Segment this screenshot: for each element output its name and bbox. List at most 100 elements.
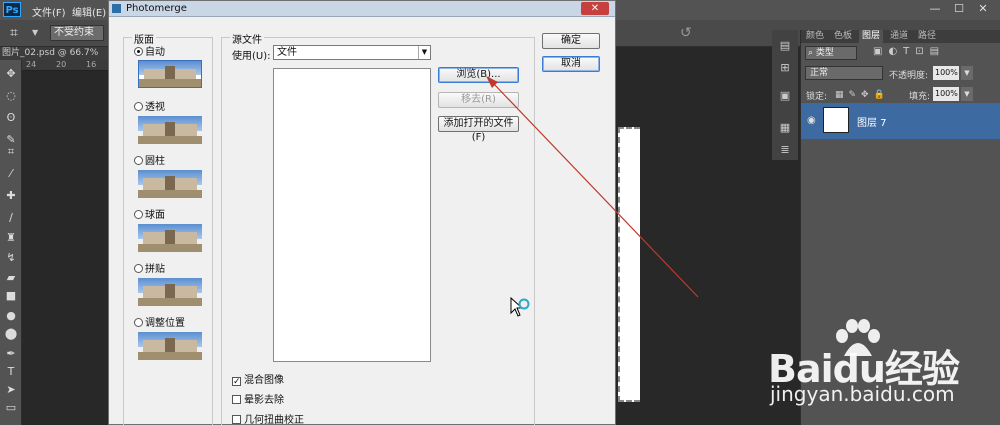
vignette-removal-checkbox[interactable]: 晕影去除	[232, 391, 284, 406]
browse-button[interactable]: 浏览(B)...	[438, 67, 519, 83]
notes-panel-icon[interactable]: ▦	[777, 120, 793, 136]
use-select-value: 文件	[277, 47, 297, 58]
add-open-files-button[interactable]: 添加打开的文件(F)	[438, 116, 519, 143]
filter-icons[interactable]: ▣◐T⊡▤	[873, 46, 945, 57]
layout-cylindrical-option[interactable]: 圆柱	[134, 152, 165, 167]
source-group-title: 源文件	[230, 31, 264, 46]
maximize-icon[interactable]: ☐	[952, 2, 966, 16]
chevron-down-icon[interactable]: ▼	[418, 46, 430, 59]
opacity-input[interactable]: 100%	[933, 66, 959, 80]
cancel-button[interactable]: 取消	[542, 56, 600, 72]
ruler-label: 16	[86, 60, 97, 69]
document-tab[interactable]: 图片_02.psd @ 66.7%	[0, 47, 110, 60]
remove-button[interactable]: 移去(R)	[438, 92, 519, 108]
type-tool-icon[interactable]: T	[3, 364, 19, 380]
ruler-label: 20	[56, 60, 67, 69]
history-panel-icon[interactable]: ▤	[777, 38, 793, 54]
layer-name[interactable]: 图层 7	[857, 114, 887, 129]
fill-chevron-icon[interactable]: ▼	[961, 87, 973, 101]
chevron-down-icon[interactable]: ▼	[32, 28, 38, 37]
photoshop-logo: Ps	[3, 2, 21, 17]
ok-button[interactable]: 确定	[542, 33, 600, 49]
tab-paths[interactable]: 路径	[915, 30, 939, 43]
layout-label: 圆柱	[145, 156, 165, 167]
lasso-tool-icon[interactable]: ʘ	[3, 110, 19, 126]
radio-reposition[interactable]	[134, 318, 143, 327]
healing-brush-icon[interactable]: ✚	[3, 188, 19, 204]
brush-icon[interactable]: ∕	[3, 210, 19, 226]
layout-collage-preview[interactable]	[138, 278, 202, 306]
close-icon[interactable]: ✕	[581, 2, 609, 15]
layout-label: 透视	[145, 102, 165, 113]
gradient-icon[interactable]: ■	[3, 288, 19, 304]
radio-collage[interactable]	[134, 264, 143, 273]
tab-layers[interactable]: 图层	[859, 30, 884, 43]
layout-reposition-preview[interactable]	[138, 332, 202, 360]
move-tool-icon[interactable]: ✥	[3, 66, 19, 82]
checkbox-unchecked[interactable]	[232, 415, 241, 424]
tab-channels[interactable]: 通道	[887, 30, 911, 43]
layer-row[interactable]: ◉ 图层 7	[800, 103, 1000, 139]
close-window-icon[interactable]: ✕	[976, 2, 990, 16]
layout-auto-option[interactable]: 自动	[134, 43, 165, 58]
radio-spherical[interactable]	[134, 210, 143, 219]
use-label: 使用(U):	[232, 51, 271, 62]
layout-label: 拼贴	[145, 264, 165, 275]
radio-cylindrical[interactable]	[134, 156, 143, 165]
eye-icon[interactable]: ◉	[807, 115, 816, 126]
rotate-icon[interactable]: ↺	[680, 25, 692, 41]
dialog-title: Photomerge	[126, 3, 187, 14]
layout-label: 调整位置	[145, 318, 185, 329]
layout-reposition-option[interactable]: 调整位置	[134, 314, 185, 329]
history-brush-icon[interactable]: ↯	[3, 250, 19, 266]
layout-spherical-option[interactable]: 球面	[134, 206, 165, 221]
menu-file[interactable]: 文件(F)	[32, 4, 66, 19]
minimize-icon[interactable]: —	[928, 2, 942, 16]
layout-collage-option[interactable]: 拼贴	[134, 260, 165, 275]
file-list[interactable]	[273, 68, 431, 362]
marquee-tool-icon[interactable]: ◌	[3, 88, 19, 104]
layout-spherical-preview[interactable]	[138, 224, 202, 252]
properties-panel-icon[interactable]: ⊞	[777, 60, 793, 76]
photoshop-icon	[112, 4, 121, 13]
layout-perspective-preview[interactable]	[138, 116, 202, 144]
layer-filter-select[interactable]: ⌕ 类型	[805, 46, 857, 60]
panel-dock-icons: ▤ ⊞ ▣ ▦ ≣	[772, 30, 798, 160]
actions-panel-icon[interactable]: ≣	[777, 142, 793, 158]
blend-images-checkbox[interactable]: ✓ 混合图像	[232, 371, 284, 387]
tab-swatches[interactable]: 色板	[831, 30, 855, 43]
dialog-titlebar: Photomerge ✕	[109, 1, 615, 17]
adjustments-panel-icon[interactable]: ▣	[777, 88, 793, 104]
dodge-icon[interactable]: ⬤	[3, 326, 19, 342]
stamp-icon[interactable]: ♜	[3, 230, 19, 246]
crop-icon[interactable]: ⌗	[3, 144, 19, 160]
constraint-select[interactable]: 不受约束	[50, 25, 104, 41]
radio-perspective[interactable]	[134, 102, 143, 111]
layout-group: 版面 自动 透视 圆柱 球面 拼贴 调整位置	[123, 31, 213, 425]
tab-color[interactable]: 颜色	[803, 30, 827, 43]
radio-auto[interactable]	[134, 47, 143, 56]
fill-input[interactable]: 100%	[933, 87, 959, 101]
fill-label: 填充:	[909, 92, 931, 102]
blur-icon[interactable]: ●	[3, 308, 19, 324]
layer-filter-label: 类型	[815, 48, 834, 58]
layout-cylindrical-preview[interactable]	[138, 170, 202, 198]
use-select[interactable]: 文件 ▼	[273, 45, 431, 60]
pen-icon[interactable]: ✒	[3, 346, 19, 362]
eraser-icon[interactable]: ▰	[3, 270, 19, 286]
layout-auto-preview[interactable]	[138, 60, 202, 88]
checkbox-checked[interactable]: ✓	[232, 377, 241, 387]
crop-tool-icon[interactable]: ⌗	[10, 25, 18, 41]
checkbox-unchecked[interactable]	[232, 395, 241, 404]
shape-tool-icon[interactable]: ▭	[3, 400, 19, 416]
geometric-distortion-checkbox[interactable]: 几何扭曲校正	[232, 411, 304, 425]
blend-mode-select[interactable]: 正常	[805, 66, 883, 80]
path-select-icon[interactable]: ➤	[3, 382, 19, 398]
menu-edit[interactable]: 编辑(E)	[72, 4, 106, 19]
layout-label: 球面	[145, 210, 165, 221]
lock-icons[interactable]: ▦✎✥🔒	[835, 90, 890, 100]
layout-perspective-option[interactable]: 透视	[134, 98, 165, 113]
horizontal-ruler: 24 20 16	[22, 60, 110, 71]
eyedropper-icon[interactable]: ⁄	[3, 166, 19, 182]
opacity-chevron-icon[interactable]: ▼	[961, 66, 973, 80]
